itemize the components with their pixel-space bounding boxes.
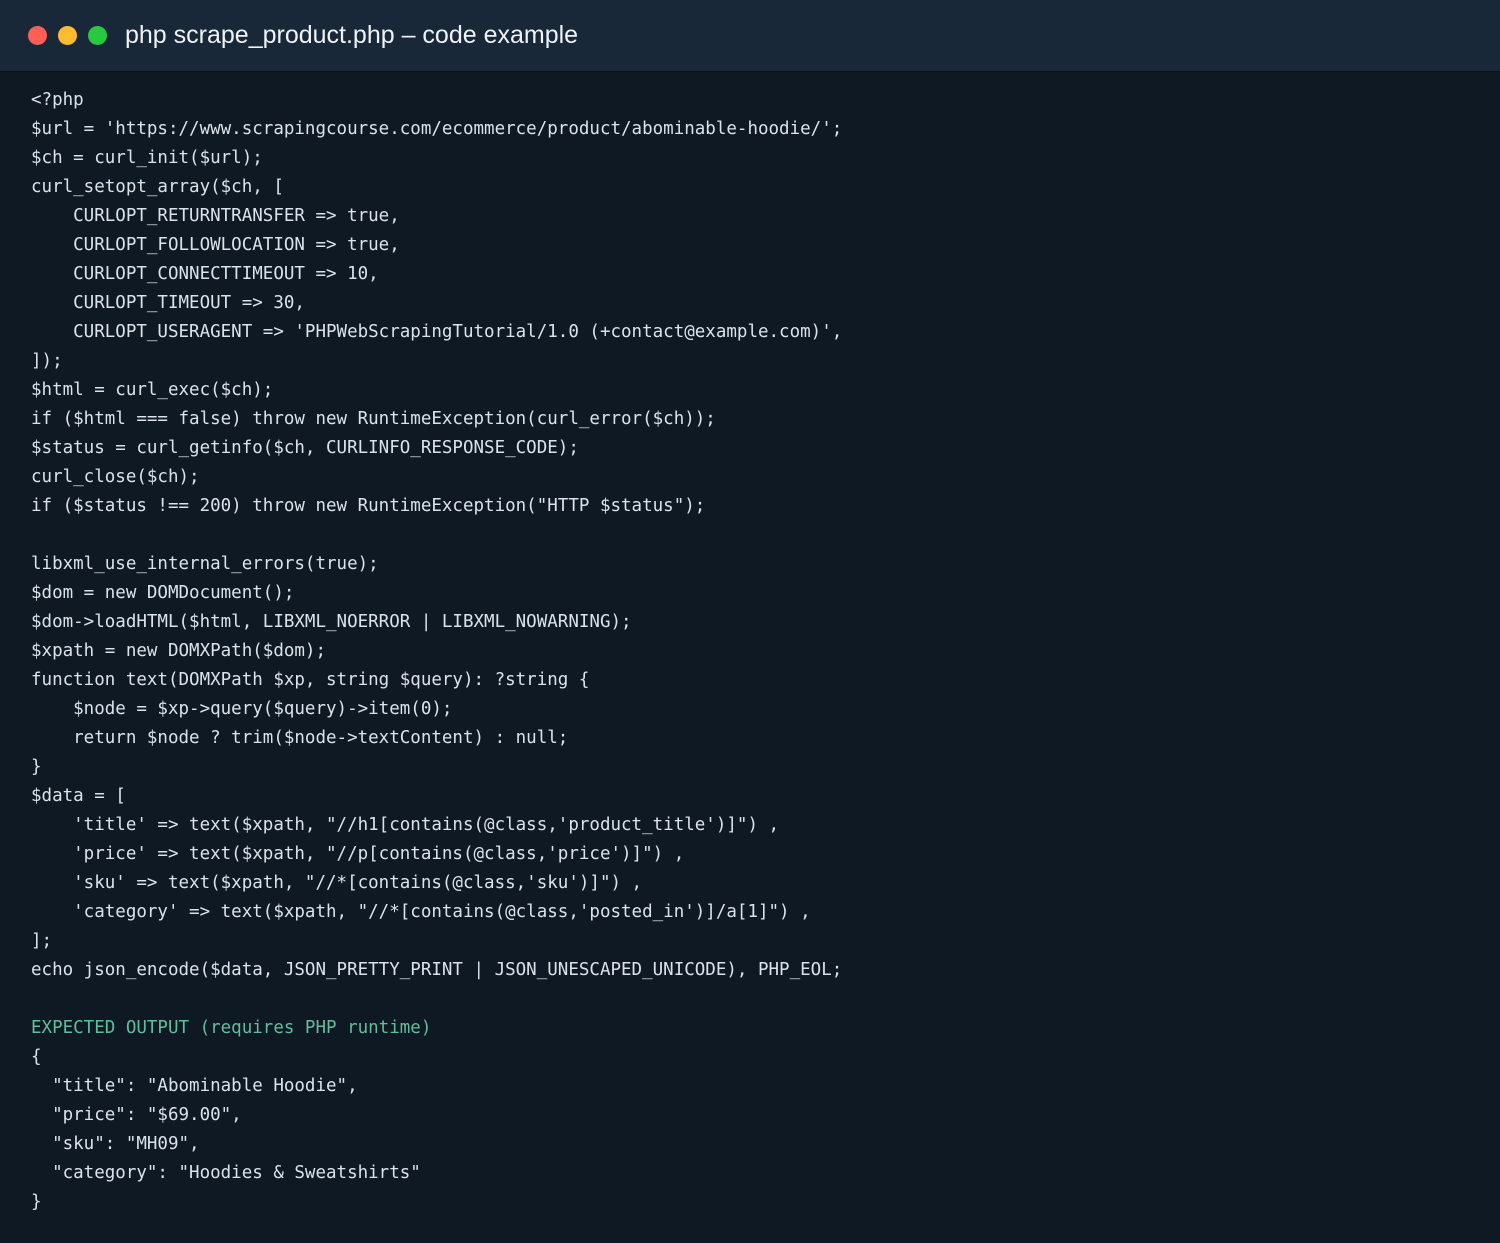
code-line: CURLOPT_RETURNTRANSFER => true, [31, 206, 400, 226]
code-line: $status = curl_getinfo($ch, CURLINFO_RES… [31, 438, 579, 458]
code-line: $html = curl_exec($ch); [31, 380, 274, 400]
code-line: 'category' => text($xpath, "//*[contains… [31, 902, 811, 922]
code-line: curl_setopt_array($ch, [ [31, 177, 284, 197]
expected-output-label: EXPECTED OUTPUT (requires PHP runtime) [31, 1018, 432, 1038]
code-line: libxml_use_internal_errors(true); [31, 554, 379, 574]
code-line: CURLOPT_TIMEOUT => 30, [31, 293, 305, 313]
close-window-button[interactable] [28, 26, 47, 45]
code-line: ]); [31, 351, 63, 371]
code-line: } [31, 757, 42, 777]
code-line: if ($html === false) throw new RuntimeEx… [31, 409, 716, 429]
zoom-window-button[interactable] [88, 26, 107, 45]
code-line: function text(DOMXPath $xp, string $quer… [31, 670, 590, 690]
code-line: ]; [31, 931, 53, 951]
code-line: <?php [31, 90, 84, 110]
code-line: $xpath = new DOMXPath($dom); [31, 641, 327, 661]
code-line: if ($status !== 200) throw new RuntimeEx… [31, 496, 706, 516]
output-line: } [31, 1192, 42, 1212]
code-line: $ch = curl_init($url); [31, 148, 263, 168]
window-title: php scrape_product.php – code example [125, 21, 579, 49]
code-line: CURLOPT_FOLLOWLOCATION => true, [31, 235, 400, 255]
code-line: $dom = new DOMDocument(); [31, 583, 295, 603]
code-line: return $node ? trim($node->textContent) … [31, 728, 569, 748]
minimize-window-button[interactable] [58, 26, 77, 45]
window-titlebar: php scrape_product.php – code example [0, 0, 1500, 72]
output-line: { [31, 1047, 42, 1067]
output-line: "sku": "MH09", [31, 1134, 200, 1154]
terminal-window: php scrape_product.php – code example <?… [0, 0, 1500, 1243]
code-line: 'sku' => text($xpath, "//*[contains(@cla… [31, 873, 643, 893]
code-line: 'title' => text($xpath, "//h1[contains(@… [31, 815, 780, 835]
output-line: "category": "Hoodies & Sweatshirts" [31, 1163, 421, 1183]
code-line: 'price' => text($xpath, "//p[contains(@c… [31, 844, 685, 864]
code-line: $dom->loadHTML($html, LIBXML_NOERROR | L… [31, 612, 632, 632]
code-line: $data = [ [31, 786, 126, 806]
code-line: echo json_encode($data, JSON_PRETTY_PRIN… [31, 960, 843, 980]
code-block[interactable]: <?php $url = 'https://www.scrapingcourse.… [31, 86, 842, 1217]
code-line: curl_close($ch); [31, 467, 200, 487]
output-line: "price": "$69.00", [31, 1105, 242, 1125]
code-line: $node = $xp->query($query)->item(0); [31, 699, 453, 719]
code-line: CURLOPT_CONNECTTIMEOUT => 10, [31, 264, 379, 284]
code-line: $url = 'https://www.scrapingcourse.com/e… [31, 119, 843, 139]
output-line: "title": "Abominable Hoodie", [31, 1076, 358, 1096]
code-line: CURLOPT_USERAGENT => 'PHPWebScrapingTuto… [31, 322, 843, 342]
